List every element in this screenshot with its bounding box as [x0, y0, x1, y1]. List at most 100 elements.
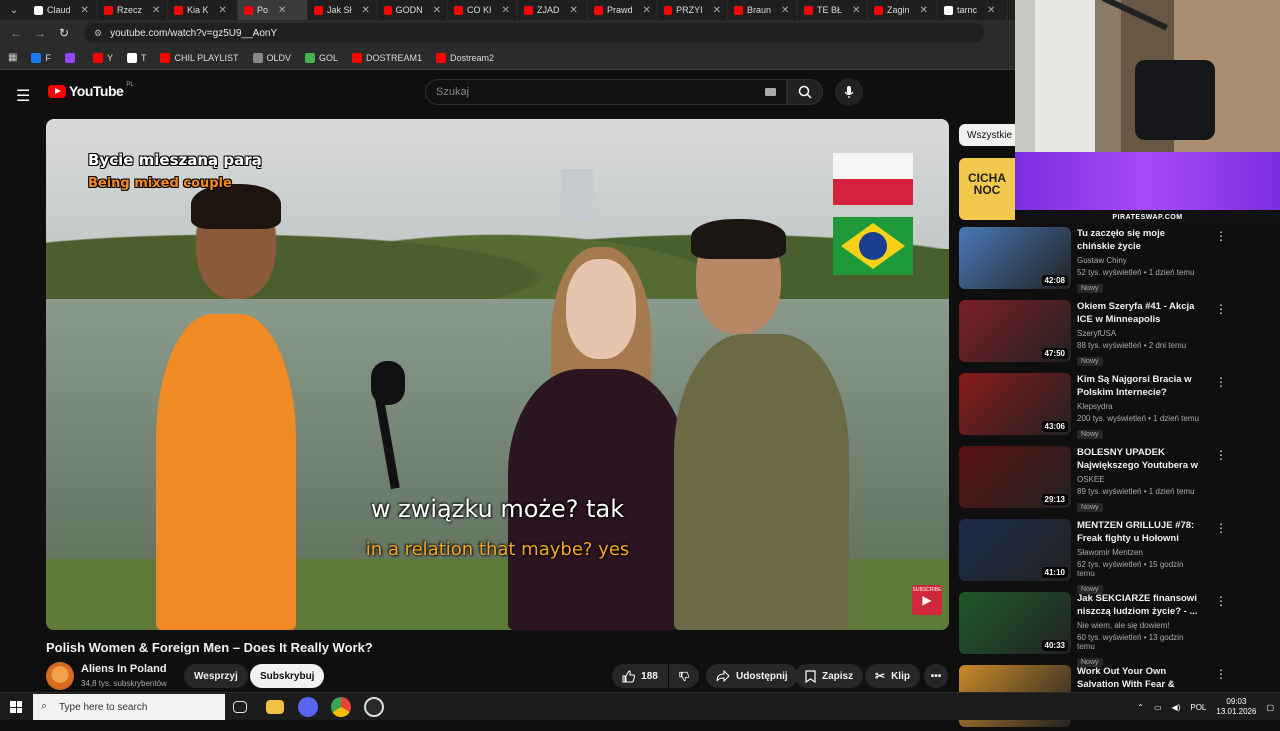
browser-tab[interactable]: tarnc ✕	[938, 0, 1008, 20]
recommendation-thumbnail[interactable]: 42:08	[959, 227, 1071, 289]
url-field[interactable]: ⚙ youtube.com/watch?v=gz5U9__AonY	[84, 23, 984, 43]
recommendation-thumbnail[interactable]: 41:10	[959, 519, 1071, 581]
more-vertical-icon[interactable]: ⋮	[1215, 594, 1227, 608]
recommendation-item[interactable]: 43:06 Kim Są Najgorsi Bracia w Polskim In…	[959, 373, 1227, 439]
close-tab-icon[interactable]: ✕	[643, 5, 651, 16]
recommendation-title[interactable]: Kim Są Najgorsi Bracia w Polskim Interne…	[1077, 373, 1203, 399]
chrome-icon[interactable]	[331, 697, 351, 717]
recommendation-channel[interactable]: Klepsydra	[1077, 402, 1203, 411]
close-tab-icon[interactable]: ✕	[920, 5, 928, 16]
recommendation-item[interactable]: 40:33 Jak SEKCIARZE finansowi niszczą lud…	[959, 592, 1227, 667]
browser-tab[interactable]: GODN ✕	[378, 0, 448, 20]
bookmark-item[interactable]: F	[31, 52, 51, 63]
more-vertical-icon[interactable]: ⋮	[1215, 375, 1227, 389]
volume-icon[interactable]: ◀)	[1172, 703, 1181, 712]
bookmark-item[interactable]: OLDV	[252, 52, 291, 63]
close-tab-icon[interactable]: ✕	[219, 5, 227, 16]
youtube-logo[interactable]: YouTube PL	[48, 82, 134, 99]
task-view-icon[interactable]	[233, 701, 247, 713]
subscribe-button[interactable]: Subskrybuj	[250, 664, 325, 688]
support-button[interactable]: Wesprzyj	[184, 664, 248, 688]
promo-tile[interactable]: CICHA NOC	[959, 158, 1015, 220]
more-vertical-icon[interactable]: ⋮	[1215, 448, 1227, 462]
recommendation-thumbnail[interactable]: 29:13	[959, 446, 1071, 508]
more-vertical-icon[interactable]: ⋮	[1215, 521, 1227, 535]
recommendation-thumbnail[interactable]: 43:06	[959, 373, 1071, 435]
close-tab-icon[interactable]: ✕	[278, 5, 286, 16]
recommendation-channel[interactable]: Gustaw Chiny	[1077, 256, 1203, 265]
voice-search-button[interactable]	[835, 78, 863, 106]
menu-icon[interactable]: ☰	[16, 86, 30, 106]
obs-icon[interactable]	[364, 697, 384, 717]
recommendation-title[interactable]: Okiem Szeryfa #41 - Akcja ICE w Minneapo…	[1077, 300, 1203, 326]
browser-tab[interactable]: Jak Sł ✕	[308, 0, 378, 20]
recommendation-channel[interactable]: Nie wiem, ale się dowiem!	[1077, 621, 1203, 630]
clock[interactable]: 09:03 13.01.2026	[1216, 697, 1256, 717]
recommendation-item[interactable]: 42:08 Tu zaczęło się moje chińskie życie G…	[959, 227, 1227, 293]
browser-tab[interactable]: Claud ✕	[28, 0, 98, 20]
bookmark-item[interactable]: GOL	[305, 52, 338, 63]
recommendation-title[interactable]: Jak SEKCIARZE finansowi niszczą ludziom …	[1077, 592, 1203, 618]
reload-icon[interactable]: ↻	[52, 26, 76, 40]
more-vertical-icon[interactable]: ⋮	[1215, 229, 1227, 243]
recommendation-channel[interactable]: Sławomir Mentzen	[1077, 548, 1203, 557]
recommendation-title[interactable]: MENTZEN GRILLUJE #78: Freak fighty u Hoł…	[1077, 519, 1203, 545]
bookmark-item[interactable]: Dostream2	[436, 52, 494, 63]
browser-tab[interactable]: Zagin ✕	[868, 0, 938, 20]
taskbar-search-input[interactable]: ⌕ Type here to search	[33, 694, 225, 720]
recommendation-item[interactable]: 29:13 BOLESNY UPADEK Największego Youtube…	[959, 446, 1227, 512]
video-player[interactable]: Bycie mieszaną parą Being mixed couple w…	[46, 119, 949, 630]
subscribe-overlay[interactable]: SUBSCRIBE ▶	[912, 585, 942, 615]
like-button[interactable]: 188	[612, 664, 668, 688]
browser-tab[interactable]: Braun ✕	[728, 0, 798, 20]
close-tab-icon[interactable]: ✕	[362, 5, 370, 16]
recommendation-channel[interactable]: OSKEE	[1077, 475, 1203, 484]
close-tab-icon[interactable]: ✕	[852, 5, 860, 16]
apps-grid-icon[interactable]: ▦	[8, 52, 17, 63]
windows-start-icon[interactable]	[10, 701, 22, 713]
close-tab-icon[interactable]: ✕	[433, 5, 441, 16]
recommendation-title[interactable]: Tu zaczęło się moje chińskie życie	[1077, 227, 1203, 253]
language-indicator[interactable]: POL	[1190, 703, 1206, 712]
close-tab-icon[interactable]: ✕	[713, 5, 721, 16]
recommendation-title[interactable]: Work Out Your Own Salvation With Fear & …	[1077, 665, 1203, 691]
close-tab-icon[interactable]: ✕	[152, 5, 160, 16]
keyboard-icon[interactable]	[765, 88, 776, 96]
recommendation-title[interactable]: BOLESNY UPADEK Największego Youtubera w …	[1077, 446, 1203, 472]
bookmark-item[interactable]	[64, 52, 79, 63]
browser-tab[interactable]: CO KI ✕	[448, 0, 518, 20]
browser-tab[interactable]: TE BŁ ✕	[798, 0, 868, 20]
file-explorer-icon[interactable]	[266, 700, 284, 714]
recommendation-channel[interactable]: SzeryfUSA	[1077, 329, 1203, 338]
search-input[interactable]: Szukaj	[425, 79, 787, 105]
bookmark-item[interactable]: T	[126, 52, 146, 63]
close-tab-icon[interactable]: ✕	[81, 5, 89, 16]
back-icon[interactable]: ←	[4, 26, 28, 40]
browser-tab[interactable]: Prawd ✕	[588, 0, 658, 20]
browser-tab[interactable]: Kia K ✕	[168, 0, 238, 20]
channel-avatar[interactable]	[46, 662, 74, 690]
channel-name[interactable]: Aliens In Poland	[81, 663, 167, 675]
browser-tab[interactable]: Rzecz ✕	[98, 0, 168, 20]
browser-tab[interactable]: Po ✕	[238, 0, 308, 20]
close-tab-icon[interactable]: ✕	[987, 5, 995, 16]
clip-button[interactable]: ✂ Klip	[865, 664, 920, 688]
more-vertical-icon[interactable]: ⋮	[1215, 667, 1227, 681]
search-button[interactable]	[787, 79, 823, 105]
more-vertical-icon[interactable]: ⋮	[1215, 302, 1227, 316]
bookmark-item[interactable]: CHIL PLAYLIST	[160, 52, 239, 63]
recommendation-thumbnail[interactable]: 40:33	[959, 592, 1071, 654]
recommendation-thumbnail[interactable]: 47:50	[959, 300, 1071, 362]
more-actions-button[interactable]: •••	[924, 664, 948, 688]
chevron-up-icon[interactable]: ⌃	[1137, 703, 1144, 712]
dislike-button[interactable]	[669, 664, 699, 688]
discord-icon[interactable]	[298, 697, 318, 717]
filter-chip-all[interactable]: Wszystkie	[959, 124, 1020, 146]
recommendation-item[interactable]: 47:50 Okiem Szeryfa #41 - Akcja ICE w Min…	[959, 300, 1227, 366]
close-tab-icon[interactable]: ✕	[502, 5, 510, 16]
forward-icon[interactable]: →	[28, 26, 52, 40]
save-button[interactable]: Zapisz	[795, 664, 864, 688]
network-icon[interactable]: ▭	[1154, 703, 1162, 712]
tab-search-button[interactable]: ⌄	[0, 0, 28, 20]
close-tab-icon[interactable]: ✕	[781, 5, 789, 16]
